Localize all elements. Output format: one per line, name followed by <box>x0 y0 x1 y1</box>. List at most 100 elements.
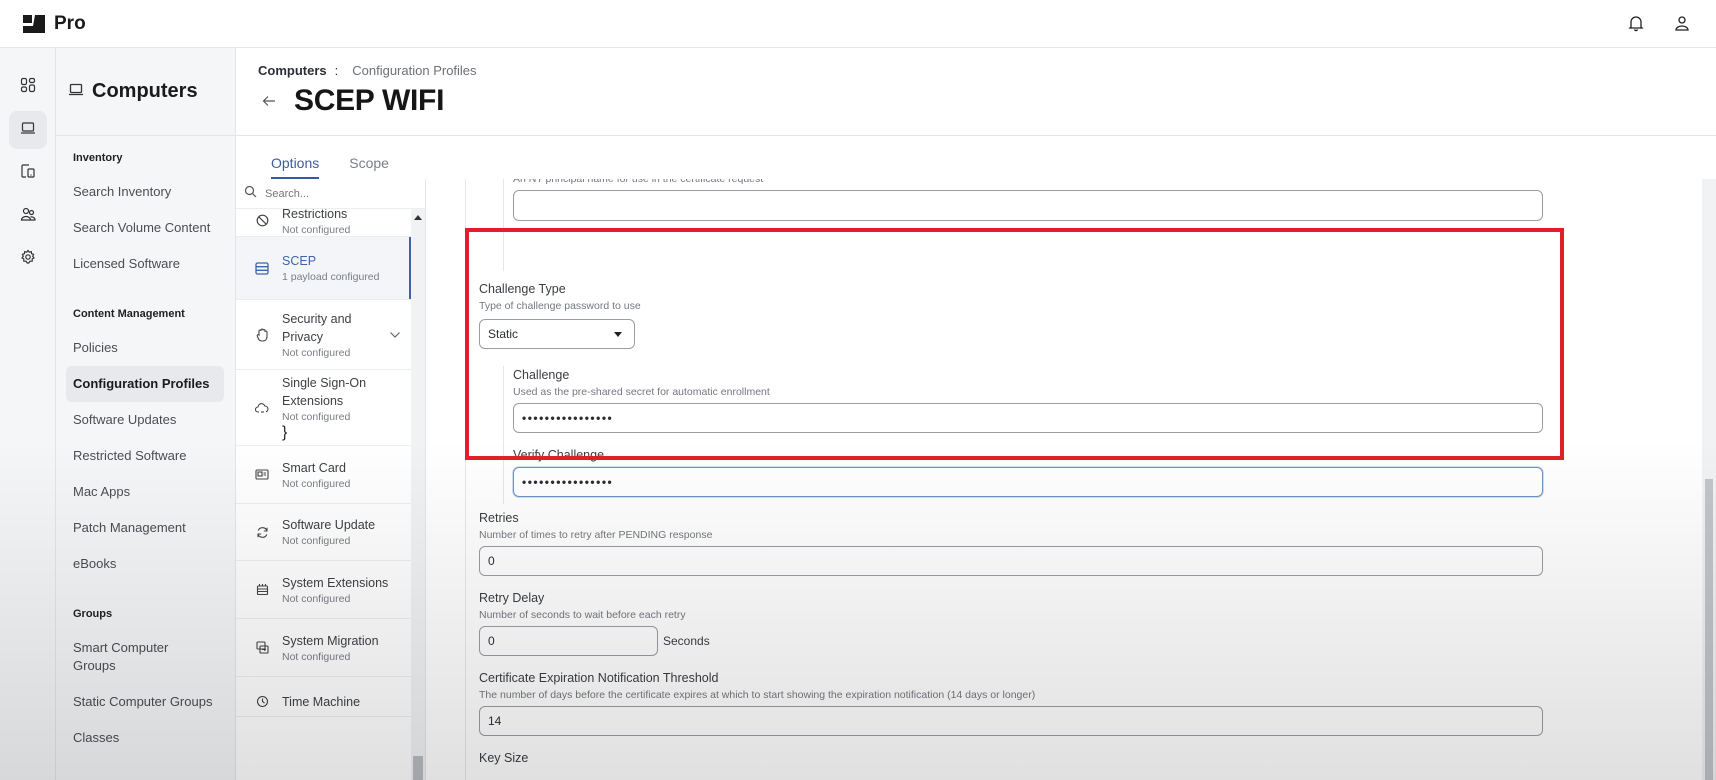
field-cert-expiration-threshold: Certificate Expiration Notification Thre… <box>479 671 1543 736</box>
payload-name: Security and Privacy <box>282 311 352 344</box>
mobile-devices-icon <box>20 163 36 184</box>
field-help: Number of times to retry after PENDING r… <box>479 529 713 541</box>
laptop-icon <box>20 121 36 140</box>
nt-principal-input[interactable] <box>513 190 1543 221</box>
nav-item-classes[interactable]: Classes <box>66 720 224 756</box>
breadcrumb-configuration-profiles[interactable]: Configuration Profiles <box>352 63 476 78</box>
field-label: Retry Delay <box>479 591 545 605</box>
migration-icon <box>254 640 270 656</box>
payload-security-and-privacy[interactable]: Security and Privacy Not configured <box>236 300 411 370</box>
payload-system-extensions[interactable]: System Extensions Not configured <box>236 561 411 619</box>
field-label: Certificate Expiration Notification Thre… <box>479 671 719 685</box>
payload-name: Single Sign-On Extensions <box>282 375 367 408</box>
back-arrow-icon[interactable] <box>258 90 280 112</box>
breadcrumb: Computers : Configuration Profiles <box>258 63 477 78</box>
rail-computers[interactable] <box>9 111 47 149</box>
chevron-down-icon[interactable] <box>389 331 403 339</box>
verify-challenge-password-input[interactable]: •••••••••••••••• <box>513 467 1543 497</box>
nav-item-search-volume-content[interactable]: Search Volume Content <box>66 210 224 246</box>
nav-item-software-updates[interactable]: Software Updates <box>66 402 224 438</box>
search-icon <box>244 185 257 203</box>
scrollbar-thumb[interactable] <box>1705 479 1713 780</box>
tab-scope[interactable]: Scope <box>349 136 389 179</box>
icon-rail <box>0 48 56 780</box>
scrollbar-thumb[interactable] <box>413 756 423 780</box>
indent-guide <box>465 179 466 780</box>
computers-nav: Computers Inventory Search Inventory Sea… <box>56 48 236 780</box>
nav-item-licensed-software[interactable]: Licensed Software <box>66 246 224 282</box>
payload-status: Not configured <box>282 223 351 236</box>
payload-status: Not configured <box>282 592 351 605</box>
nav-item-policies[interactable]: Policies <box>66 330 224 366</box>
top-bar: Pro <box>0 0 1716 48</box>
rail-dashboard[interactable] <box>9 68 47 106</box>
breadcrumb-computers[interactable]: Computers <box>258 63 327 78</box>
nav-header: Computers <box>56 48 235 136</box>
caret-down-icon <box>614 331 622 337</box>
field-retry-delay: Retry Delay Number of seconds to wait be… <box>479 591 1543 656</box>
cert-expiration-threshold-input[interactable]: 14 <box>479 706 1543 736</box>
challenge-password-input[interactable]: •••••••••••••••• <box>513 403 1543 433</box>
field-help: Used as the pre-shared secret for automa… <box>513 386 770 398</box>
payload-smart-card[interactable]: Smart Card Not configured <box>236 446 411 504</box>
nav-section-inventory: Inventory <box>73 152 123 164</box>
field-challenge-type: Challenge Type Type of challenge passwor… <box>479 282 1559 349</box>
nav-section-groups: Groups <box>73 608 113 620</box>
field-label: Key Size <box>479 751 529 765</box>
payload-system-migration[interactable]: System Migration Not configured <box>236 619 411 677</box>
payload-name: Restrictions <box>282 209 348 221</box>
payload-name: Time Machine <box>282 695 361 709</box>
payload-status: 1 payload configured <box>282 271 380 283</box>
indent-guide <box>503 366 504 504</box>
nav-item-restricted-software[interactable]: Restricted Software <box>66 438 224 474</box>
rail-devices[interactable] <box>9 154 47 192</box>
indent-guide <box>503 179 504 271</box>
user-account-icon[interactable] <box>1670 12 1694 36</box>
system-extensions-icon <box>254 582 270 598</box>
scroll-up-arrow-icon[interactable] <box>414 215 422 220</box>
nav-item-configuration-profiles[interactable]: Configuration Profiles <box>66 366 224 402</box>
restrictions-icon <box>254 213 270 229</box>
select-value: Static <box>488 327 519 341</box>
brand[interactable]: Pro <box>22 13 86 35</box>
field-help: An NT principal name for use in the cert… <box>513 179 764 185</box>
notifications-bell-icon[interactable] <box>1624 12 1648 36</box>
field-label: Challenge Type <box>479 282 566 296</box>
breadcrumb-separator: : <box>334 63 339 78</box>
retries-input[interactable]: 0 <box>479 546 1543 576</box>
nav-item-static-computer-groups[interactable]: Static Computer Groups <box>66 684 224 720</box>
payload-list-scrollbar[interactable] <box>411 209 425 780</box>
page-title: SCEP WIFI <box>294 84 445 117</box>
retry-delay-unit: Seconds <box>663 634 710 648</box>
retry-delay-input[interactable]: 0 <box>479 626 658 656</box>
payload-search-input[interactable] <box>265 187 415 200</box>
dashboard-icon <box>20 77 36 98</box>
nav-item-smart-computer-groups[interactable]: Smart Computer Groups <box>66 630 196 684</box>
payload-scep[interactable]: SCEP 1 payload configured <box>236 237 411 300</box>
nav-item-search-inventory[interactable]: Search Inventory <box>66 174 224 210</box>
payload-time-machine[interactable]: Time Machine <box>236 677 411 717</box>
payload-software-update[interactable]: Software Update Not configured <box>236 504 411 561</box>
field-help: Type of challenge password to use <box>479 300 641 312</box>
hand-privacy-icon <box>254 327 270 343</box>
nav-item-mac-apps[interactable]: Mac Apps <box>66 474 224 510</box>
field-label: Verify Challenge <box>513 448 605 462</box>
rail-settings[interactable] <box>9 240 47 278</box>
payload-restrictions[interactable]: Restrictions Not configured <box>236 209 411 237</box>
nav-item-patch-management[interactable]: Patch Management <box>66 510 224 546</box>
nav-item-ebooks[interactable]: eBooks <box>66 546 224 582</box>
payload-status: Not configured <box>282 477 351 490</box>
challenge-type-select[interactable]: Static <box>479 319 635 349</box>
field-label: Retries <box>479 511 519 525</box>
brand-logo-icon <box>22 14 46 34</box>
brand-name: Pro <box>54 12 86 34</box>
laptop-icon <box>68 83 84 101</box>
payload-single-sign-on-extensions[interactable]: Single Sign-On Extensions Not configured… <box>236 370 411 446</box>
field-help: The number of days before the certificat… <box>479 689 1036 701</box>
main-scrollbar[interactable] <box>1702 179 1716 780</box>
rail-users[interactable] <box>9 197 47 235</box>
field-challenge: Challenge Used as the pre-shared secret … <box>513 368 1543 433</box>
payload-status: Not configured <box>282 346 351 359</box>
nav-section-content-management: Content Management <box>73 308 185 320</box>
tab-options[interactable]: Options <box>271 136 320 180</box>
